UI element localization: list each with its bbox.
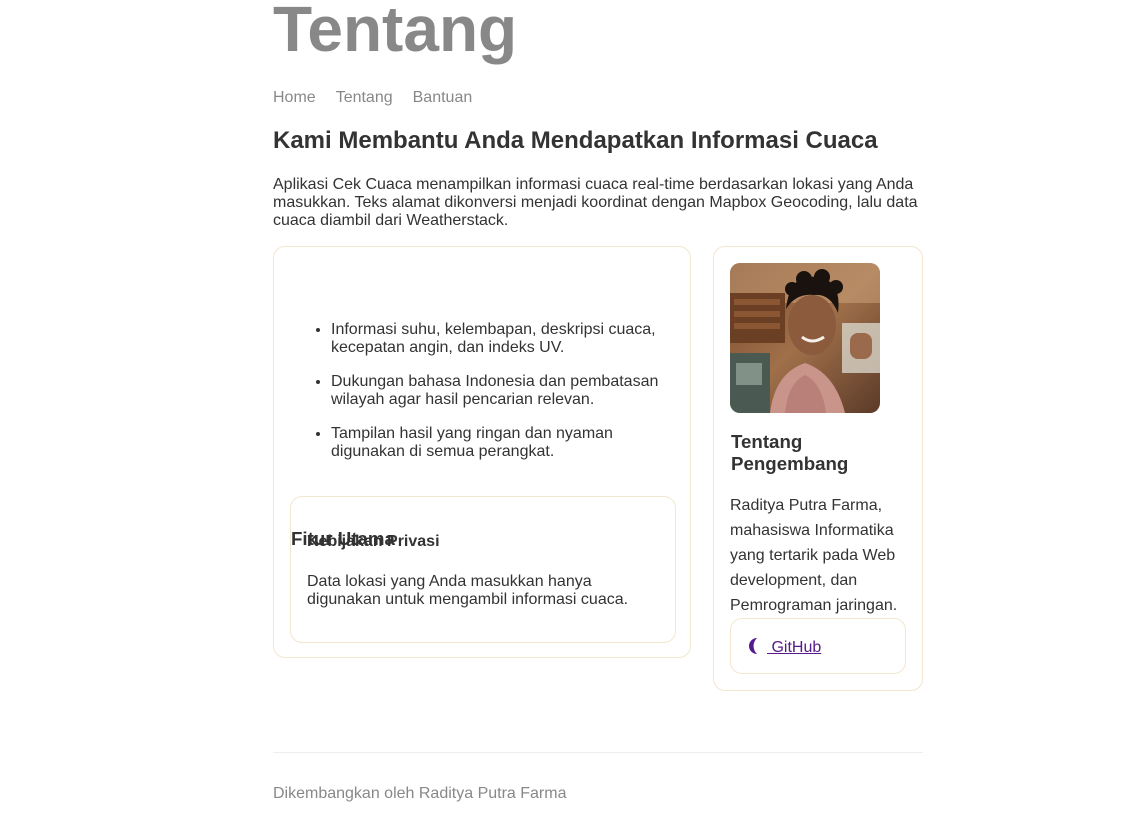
developer-bio: Raditya Putra Farma, mahasiswa Informati… — [730, 497, 898, 614]
nav-link-bantuan[interactable]: Bantuan — [413, 89, 473, 107]
main-nav: Home Tentang Bantuan — [273, 89, 492, 107]
footer-text: Dikembangkan oleh Raditya Putra Farma — [273, 785, 567, 802]
nav-link-home[interactable]: Home — [273, 89, 316, 107]
developer-avatar — [730, 263, 880, 413]
developer-card: Tentang Pengembang Raditya Putra Farma, … — [713, 246, 923, 691]
features-list: Informasi suhu, kelembapan, deskripsi cu… — [291, 321, 671, 477]
privacy-text: Data lokasi yang Anda masukkan hanya dig… — [307, 573, 629, 608]
feature-item: Informasi suhu, kelembapan, deskripsi cu… — [331, 321, 671, 357]
github-icon — [747, 637, 759, 655]
nav-link-tentang[interactable]: Tentang — [336, 89, 393, 107]
feature-item: Dukungan bahasa Indonesia dan pembatasan… — [331, 373, 671, 409]
features-card: Fitur Utama Informasi suhu, kelembapan, … — [273, 246, 691, 658]
feature-item: Tampilan hasil yang ringan dan nyaman di… — [331, 425, 671, 461]
github-label: GitHub — [767, 639, 822, 656]
github-box: GitHub — [730, 618, 906, 674]
page-title: Tentang — [273, 0, 518, 65]
developer-title: Tentang Pengembang — [731, 431, 849, 474]
footer-divider — [273, 752, 923, 753]
privacy-card: Kebijakan Privasi Data lokasi yang Anda … — [290, 496, 676, 643]
privacy-title: Kebijakan Privasi — [307, 533, 440, 550]
section-headline: Kami Membantu Anda Mendapatkan Informasi… — [273, 127, 878, 154]
github-link[interactable]: GitHub — [747, 637, 822, 657]
intro-paragraph: Aplikasi Cek Cuaca menampilkan informasi… — [273, 176, 918, 229]
